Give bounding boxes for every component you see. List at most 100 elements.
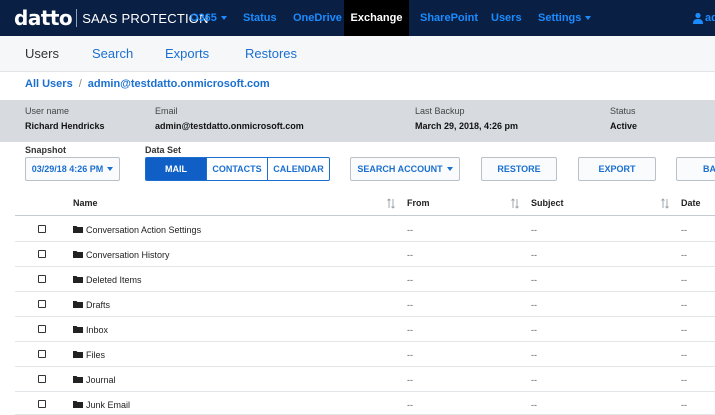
row-checkbox[interactable] — [38, 275, 46, 283]
row-subject: -- — [531, 275, 537, 285]
row-name[interactable]: Conversation History — [86, 242, 170, 267]
column-name[interactable]: Name — [73, 191, 98, 216]
nav-o365-label: O365 — [190, 12, 217, 24]
row-checkbox[interactable] — [38, 350, 46, 358]
table-row[interactable]: Junk Email -- -- -- — [15, 392, 715, 415]
row-name[interactable]: Drafts — [86, 292, 110, 317]
last-backup-label: Last Backup — [415, 106, 465, 116]
folder-icon — [73, 301, 83, 308]
nav-settings[interactable]: Settings — [538, 0, 592, 36]
row-checkbox[interactable] — [38, 375, 46, 383]
sort-icon[interactable] — [661, 198, 669, 209]
row-from: -- — [407, 225, 413, 235]
top-navbar: datto SAAS PROTECTION O365 Status OneDri… — [0, 0, 715, 36]
row-date: -- — [681, 225, 687, 235]
chevron-down-icon — [446, 167, 453, 171]
backup-button[interactable]: BA — [676, 157, 715, 181]
row-subject: -- — [531, 325, 537, 335]
subtabs: Users Search Exports Restores — [0, 36, 715, 72]
brand[interactable]: datto SAAS PROTECTION — [14, 6, 209, 30]
row-subject: -- — [531, 375, 537, 385]
table-row[interactable]: Conversation Action Settings -- -- -- — [15, 217, 715, 242]
row-checkbox[interactable] — [38, 300, 46, 308]
row-from: -- — [407, 375, 413, 385]
row-date: -- — [681, 250, 687, 260]
status-label: Status — [610, 106, 636, 116]
row-checkbox[interactable] — [38, 250, 46, 258]
email-label: Email — [155, 106, 178, 116]
search-account-label: SEARCH ACCOUNT — [357, 164, 443, 174]
status-value: Active — [610, 121, 638, 131]
user-icon[interactable] — [692, 12, 704, 24]
nav-exchange[interactable]: Exchange — [344, 0, 409, 36]
column-date[interactable]: Date — [681, 191, 701, 216]
tab-restores[interactable]: Restores — [245, 36, 297, 72]
tab-exports[interactable]: Exports — [165, 36, 209, 72]
row-from: -- — [407, 275, 413, 285]
last-backup-value: March 29, 2018, 4:26 pm — [415, 121, 519, 131]
tab-search[interactable]: Search — [92, 36, 133, 72]
dataset-calendar[interactable]: CALENDAR — [268, 157, 330, 181]
row-from: -- — [407, 325, 413, 335]
row-name[interactable]: Files — [86, 342, 105, 367]
snapshot-value: 03/29/18 4:26 PM — [31, 164, 104, 174]
row-checkbox[interactable] — [38, 325, 46, 333]
row-checkbox[interactable] — [38, 225, 46, 233]
username-value: Richard Hendricks — [25, 121, 105, 131]
row-name[interactable]: Inbox — [86, 317, 108, 342]
user-menu[interactable]: ad — [705, 0, 715, 36]
row-checkbox[interactable] — [38, 400, 46, 408]
table-row[interactable]: Conversation History -- -- -- — [15, 242, 715, 267]
username-label: User name — [25, 106, 70, 116]
breadcrumb-current[interactable]: admin@testdatto.onmicrosoft.com — [88, 78, 270, 90]
sort-icon[interactable] — [387, 198, 395, 209]
row-date: -- — [681, 325, 687, 335]
row-subject: -- — [531, 250, 537, 260]
table-row[interactable]: Journal -- -- -- — [15, 367, 715, 392]
dataset-contacts[interactable]: CONTACTS — [207, 157, 268, 181]
brand-divider — [76, 9, 78, 27]
export-button[interactable]: EXPORT — [578, 157, 656, 181]
column-from[interactable]: From — [407, 191, 430, 216]
row-from: -- — [407, 400, 413, 410]
user-info-band: User name Richard Hendricks Email admin@… — [0, 100, 715, 142]
nav-status[interactable]: Status — [243, 0, 277, 36]
row-subject: -- — [531, 225, 537, 235]
row-name[interactable]: Conversation Action Settings — [86, 217, 201, 242]
tab-users[interactable]: Users — [25, 36, 59, 72]
folder-icon — [73, 326, 83, 333]
row-date: -- — [681, 300, 687, 310]
folder-icon — [73, 276, 83, 283]
restore-button[interactable]: RESTORE — [481, 157, 557, 181]
column-subject[interactable]: Subject — [531, 191, 564, 216]
row-name[interactable]: Junk Email — [86, 392, 130, 415]
dataset-label: Data Set — [145, 145, 182, 155]
row-name[interactable]: Journal — [86, 367, 116, 392]
row-from: -- — [407, 300, 413, 310]
dataset-mail[interactable]: MAIL — [145, 157, 207, 181]
sort-icon[interactable] — [511, 198, 519, 209]
datto-logo: datto — [14, 6, 73, 30]
row-date: -- — [681, 350, 687, 360]
chevron-down-icon — [585, 16, 592, 21]
row-date: -- — [681, 400, 687, 410]
nav-sharepoint[interactable]: SharePoint — [420, 0, 478, 36]
table-row[interactable]: Inbox -- -- -- — [15, 317, 715, 342]
search-account-button[interactable]: SEARCH ACCOUNT — [350, 157, 460, 181]
row-name[interactable]: Deleted Items — [86, 267, 142, 292]
nav-o365[interactable]: O365 — [190, 0, 227, 36]
folder-icon — [73, 376, 83, 383]
table-row[interactable]: Deleted Items -- -- -- — [15, 267, 715, 292]
folder-icon — [73, 351, 83, 358]
table-row[interactable]: Files -- -- -- — [15, 342, 715, 367]
snapshot-dropdown[interactable]: 03/29/18 4:26 PM — [25, 157, 120, 181]
row-from: -- — [407, 350, 413, 360]
nav-onedrive[interactable]: OneDrive — [293, 0, 342, 36]
nav-users[interactable]: Users — [491, 0, 522, 36]
breadcrumb-all-users[interactable]: All Users — [25, 78, 73, 90]
row-subject: -- — [531, 300, 537, 310]
breadcrumb: All Users / admin@testdatto.onmicrosoft.co… — [25, 78, 270, 90]
row-date: -- — [681, 275, 687, 285]
table-row[interactable]: Drafts -- -- -- — [15, 292, 715, 317]
chevron-down-icon — [220, 16, 227, 21]
